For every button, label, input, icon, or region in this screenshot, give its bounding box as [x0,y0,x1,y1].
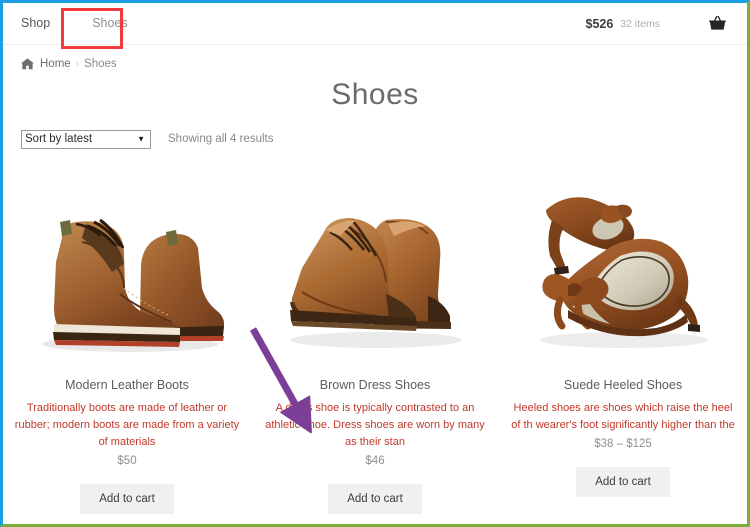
product-title: Suede Heeled Shoes [563,377,683,392]
home-icon[interactable] [21,58,34,70]
catalog-toolbar: Sort by latest ▼ Showing all 4 results [3,129,747,149]
page-title: Shoes [331,78,419,111]
cart-item-count: 32 items [620,17,660,30]
site-header: Shop Shoes $526 32 items [3,3,747,45]
product-card-modern-leather-boots[interactable]: Modern Leather Boots Traditionally boots… [3,171,251,514]
product-title: Modern Leather Boots [65,377,189,392]
product-description: Heeled shoes are shoes which raise the h… [511,401,735,431]
product-title: Brown Dress Shoes [319,377,431,392]
page-root: Shop Shoes $526 32 items Home › Shoes Sh… [0,0,750,527]
cart-total-amount: $526 [585,16,614,31]
basket-icon[interactable] [708,15,727,32]
product-card-suede-heeled-shoes[interactable]: Suede Heeled Shoes Heeled shoes are shoe… [499,171,747,514]
sort-select-wrapper: Sort by latest ▼ [21,129,151,149]
breadcrumb-current: Shoes [84,58,117,70]
product-description: Traditionally boots are made of leather … [14,401,240,448]
sort-select[interactable]: Sort by latest [21,129,151,149]
add-to-cart-button[interactable]: Add to cart [328,483,422,514]
breadcrumb-separator: › [75,58,80,70]
add-to-cart-button[interactable]: Add to cart [576,466,670,497]
product-image-suede-heeled-shoes[interactable] [505,171,741,366]
product-price: $50 [117,454,137,467]
product-image-brown-dress-shoes[interactable] [257,171,493,366]
main-navigation: Shop Shoes [3,3,142,44]
product-description: A dress shoe is typically contrasted to … [265,401,485,448]
product-price: $46 [365,454,385,467]
add-to-cart-button[interactable]: Add to cart [80,483,174,514]
nav-item-shop[interactable]: Shop [3,3,64,44]
cart-summary[interactable]: $526 32 items [586,15,748,32]
breadcrumb: Home › Shoes [3,45,747,70]
result-count: Showing all 4 results [168,132,274,145]
breadcrumb-home[interactable]: Home [40,58,71,70]
product-image-modern-leather-boots[interactable] [9,171,245,366]
product-card-brown-dress-shoes[interactable]: Brown Dress Shoes A dress shoe is typica… [251,171,499,514]
product-grid: Modern Leather Boots Traditionally boots… [3,171,747,514]
product-price: $38 – $125 [594,437,652,450]
nav-item-shoes[interactable]: Shoes [64,3,141,44]
